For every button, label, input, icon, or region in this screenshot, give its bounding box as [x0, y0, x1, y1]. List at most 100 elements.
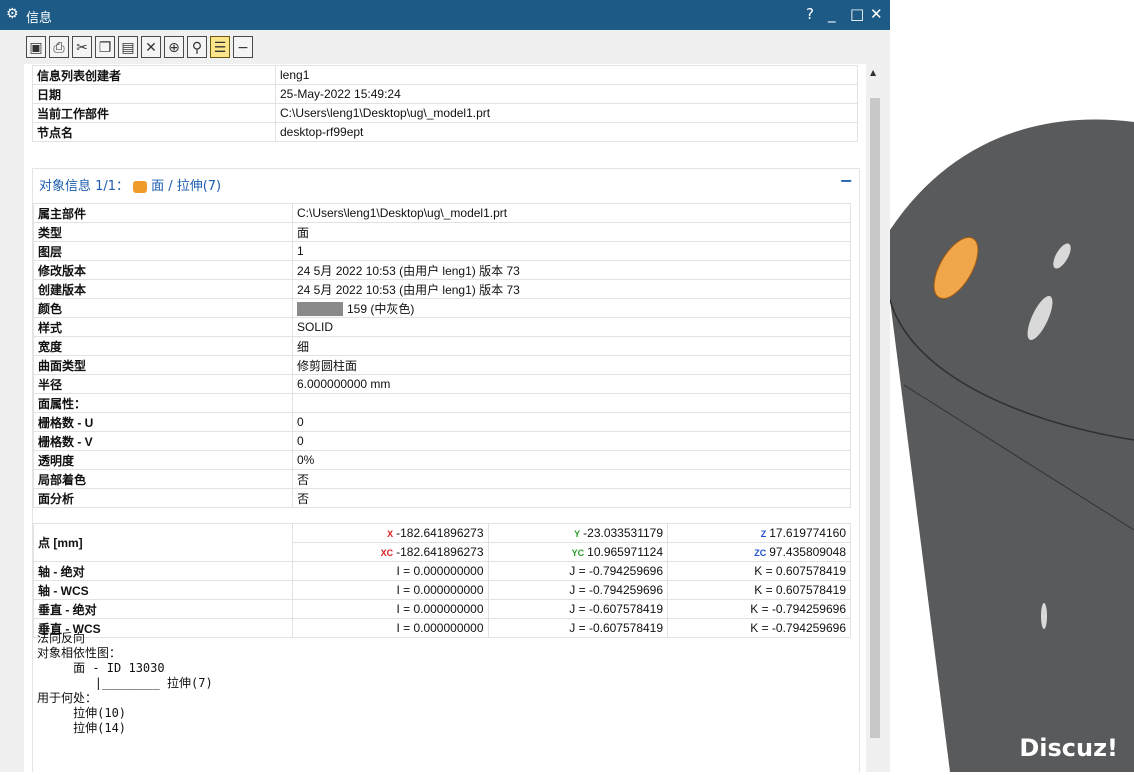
save-icon[interactable]: ▣ [26, 36, 46, 58]
note-line: 对象相依性图： [37, 646, 122, 660]
paste-icon[interactable]: ▤ [118, 36, 138, 58]
note-line: |________ 拉伸(7) [37, 676, 213, 690]
model-body [890, 119, 1134, 773]
table-row: 透明度 0% [33, 450, 851, 470]
row-key: 属主部件 [33, 203, 293, 223]
table-row: 点 [mm] X -182.641896273 Y -23.033531179 Z1… [33, 523, 851, 562]
table-row: 图层 1 [33, 241, 851, 261]
point-wcs-y: YC 10.965971124 [487, 542, 669, 562]
row-key: 面属性： [33, 393, 293, 413]
row-value: K = -0.794259696 [667, 618, 851, 638]
row-value: I = 0.000000000 [292, 618, 489, 638]
row-key: 栅格数 - V [33, 431, 293, 451]
row-value: desktop-rf99ept [275, 122, 858, 142]
table-row: 曲面类型 修剪圆柱面 [33, 355, 851, 375]
table-row: 创建版本 24 5月 2022 10:53 (由用户 leng1) 版本 73 [33, 279, 851, 299]
dependency-text: 法向反向 对象相依性图： 面 - ID 13030 |________ 拉伸(7… [37, 631, 213, 736]
row-value: 0 [292, 431, 851, 451]
find-icon[interactable]: ⚲ [187, 36, 207, 58]
table-row: 颜色 159 (中灰色) [33, 298, 851, 318]
point-wcs-z: ZC 97.435809048 [667, 542, 851, 562]
row-value: 1 [292, 241, 851, 261]
delete-icon[interactable]: ✕ [141, 36, 161, 58]
row-value: I = 0.000000000 [292, 599, 489, 619]
row-key: 轴 - WCS [33, 580, 293, 600]
table-row: 栅格数 - U0 [33, 412, 851, 432]
row-key: 曲面类型 [33, 355, 293, 375]
info-content: 信息列表创建者 leng1 日期 25-May-2022 15:49:24 当前工作… [24, 64, 866, 772]
minimize-button[interactable]: _ [828, 5, 836, 23]
row-value: 0 [292, 412, 851, 432]
select-icon[interactable]: ⊕ [164, 36, 184, 58]
scroll-thumb[interactable] [870, 98, 880, 738]
value: -182.641896273 [396, 526, 484, 540]
value: -182.641896273 [396, 545, 484, 559]
row-key: 宽度 [33, 336, 293, 356]
row-value: J = -0.607578419 [487, 599, 669, 619]
row-key: 栅格数 - U [33, 412, 293, 432]
vertical-scrollbar[interactable]: ▲ [868, 64, 882, 772]
cut-icon[interactable]: ✂ [72, 36, 92, 58]
x-axis-icon: X [387, 529, 394, 539]
row-value: 6.000000000 mm [292, 374, 851, 394]
table-row: 栅格数 - V0 [33, 431, 851, 451]
row-value: 否 [292, 469, 851, 489]
row-value: 细 [292, 336, 851, 356]
row-key: 颜色 [33, 298, 293, 318]
row-value: 25-May-2022 15:49:24 [275, 84, 858, 104]
object-info-panel: 对象信息 1/1： 面 / 拉伸(7) − 属主部件 C:\Users\leng1\… [32, 168, 860, 772]
row-value: I = 0.000000000 [292, 580, 489, 600]
object-table: 属主部件 C:\Users\leng1\Desktop\ug\_model1.pr… [33, 203, 851, 508]
point-wcs-x: XC -182.641896273 [292, 542, 489, 562]
scroll-up-icon[interactable]: ▲ [870, 68, 876, 77]
row-key: 节点名 [32, 122, 276, 142]
print-icon[interactable]: ⎙ [49, 36, 69, 58]
row-value: C:\Users\leng1\Desktop\ug\_model1.prt [275, 103, 858, 123]
row-key: 半径 [33, 374, 293, 394]
vector-table: 点 [mm] X -182.641896273 Y -23.033531179 Z1… [33, 523, 851, 638]
title-bar[interactable]: ⚙ 信息 ? _ □ ✕ [0, 0, 890, 30]
row-key: 图层 [33, 241, 293, 261]
table-row: 当前工作部件 C:\Users\leng1\Desktop\ug\_model1.… [32, 103, 858, 123]
xc-axis-icon: XC [380, 548, 394, 558]
maximize-button[interactable]: □ [850, 5, 864, 23]
row-value: C:\Users\leng1\Desktop\ug\_model1.prt [292, 203, 851, 223]
row-key: 轴 - 绝对 [33, 561, 293, 581]
info-window: ⚙ 信息 ? _ □ ✕ ▣ ⎙ ✂ ❐ ▤ ✕ ⊕ ⚲ ☰ − 信息列表创建者… [0, 0, 890, 772]
row-value: J = -0.794259696 [487, 561, 669, 581]
collapse-icon[interactable]: − [233, 36, 253, 58]
row-value: 0% [292, 450, 851, 470]
table-row: 轴 - 绝对 I = 0.000000000 J = -0.794259696 K =… [33, 561, 851, 581]
help-button[interactable]: ? [806, 5, 814, 23]
row-value: J = -0.794259696 [487, 580, 669, 600]
hole [1041, 603, 1047, 629]
toolbar: ▣ ⎙ ✂ ❐ ▤ ✕ ⊕ ⚲ ☰ − [0, 30, 890, 64]
point-abs-z: Z 17.619774160 [667, 523, 851, 543]
wrap-icon[interactable]: ☰ [210, 36, 230, 58]
yc-axis-icon: YC [571, 548, 585, 558]
table-row: 轴 - WCS I = 0.000000000 J = -0.794259696 K … [33, 580, 851, 600]
model-view [889, 119, 1134, 773]
copy-icon[interactable]: ❐ [95, 36, 115, 58]
row-key: 垂直 - 绝对 [33, 599, 293, 619]
row-value: K = -0.794259696 [667, 599, 851, 619]
table-row: 日期 25-May-2022 15:49:24 [32, 84, 858, 104]
value: 10.965971124 [587, 545, 664, 559]
row-key: 类型 [33, 222, 293, 242]
row-value: 修剪圆柱面 [292, 355, 851, 375]
table-row: 类型面 [33, 222, 851, 242]
table-row: 修改版本 24 5月 2022 10:53 (由用户 leng1) 版本 73 [33, 260, 851, 280]
row-key: 透明度 [33, 450, 293, 470]
table-row: 属主部件 C:\Users\leng1\Desktop\ug\_model1.pr… [33, 203, 851, 223]
graphics-viewport[interactable]: Discuz! [889, 0, 1134, 773]
table-row: 局部着色否 [33, 469, 851, 489]
collapse-button[interactable]: − [840, 171, 853, 190]
row-value: leng1 [275, 65, 858, 85]
point-label: 点 [mm] [33, 523, 293, 562]
close-button[interactable]: ✕ [870, 5, 883, 23]
point-abs-y: Y -23.033531179 [487, 523, 669, 543]
note-line: 法向反向 [37, 631, 86, 645]
gear-icon[interactable]: ⚙ [6, 6, 19, 22]
value: 97.435809048 [769, 545, 846, 559]
row-key: 创建版本 [33, 279, 293, 299]
